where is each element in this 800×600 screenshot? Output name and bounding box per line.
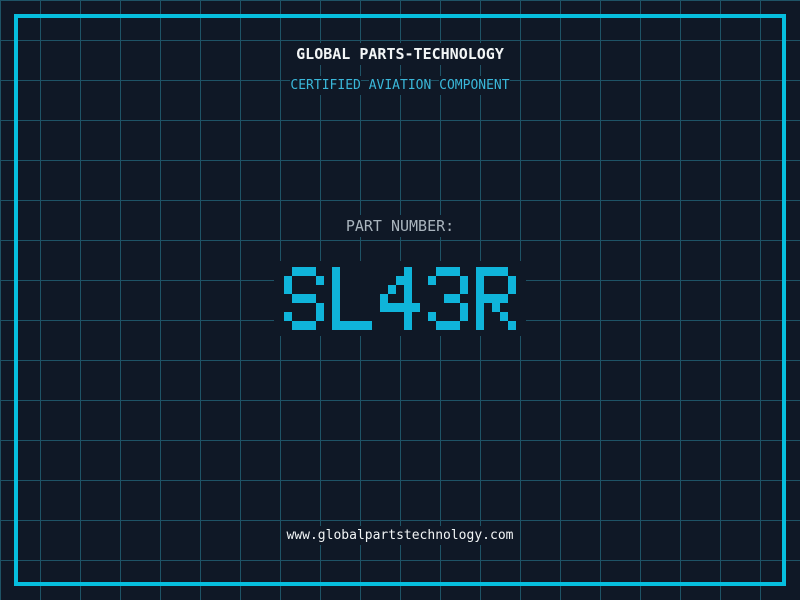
company-name: GLOBAL PARTS-TECHNOLOGY	[296, 43, 504, 65]
certification-label: CERTIFIED AVIATION COMPONENT	[290, 76, 510, 95]
part-number-value	[274, 261, 526, 336]
certificate-card: GLOBAL PARTS-TECHNOLOGY CERTIFIED AVIATI…	[0, 0, 800, 600]
pixel-glyph	[284, 267, 324, 330]
pixel-glyph	[428, 267, 468, 330]
pixel-glyph	[380, 267, 420, 330]
pixel-glyph	[476, 267, 516, 330]
part-number-label: PART NUMBER:	[345, 215, 455, 237]
part-number-row	[0, 261, 800, 336]
pixel-glyph	[332, 267, 372, 330]
website-url: www.globalpartstechnology.com	[286, 526, 514, 545]
